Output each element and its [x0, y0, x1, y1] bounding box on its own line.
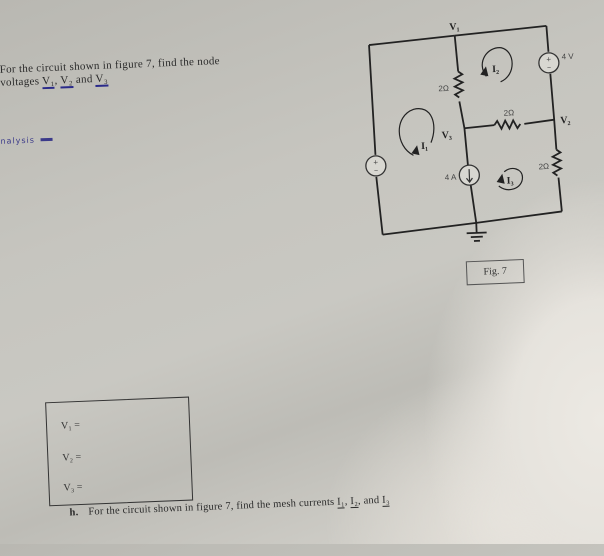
answer-v3: V₃ = — [63, 481, 83, 494]
wire-top-right — [454, 25, 547, 37]
figure-caption: Fig. 7 — [465, 259, 525, 286]
question-h-label: h. — [69, 507, 79, 519]
mesh-arrow-i3-icon — [496, 173, 505, 184]
resistor-right-vertical — [550, 148, 564, 177]
resistor-middle-horizontal — [493, 118, 522, 131]
worksheet-page: For the circuit shown in figure 7, find … — [0, 0, 604, 556]
v1-ref: V₁ — [41, 74, 55, 90]
label-4a: 4 A — [445, 173, 458, 182]
circuit-diagram: + − 12 V + − 4 V 4 A 2Ω 2Ω 2Ω V₁ V₂ V₃ I… — [365, 21, 574, 242]
12v-plus: + — [373, 158, 378, 167]
i3-ref: I₃ — [381, 494, 391, 507]
label-r-middle: 2Ω — [503, 108, 514, 117]
mesh-label-i1: I₁ — [421, 141, 428, 152]
answer-v1: V₁ = — [60, 419, 81, 432]
v3-ref: V₃ — [95, 72, 109, 88]
answer-box[interactable]: V₁ = V₂ = V₃ = — [45, 396, 194, 507]
mesh-label-i3: I₃ — [506, 175, 513, 186]
wire-left — [368, 44, 384, 235]
label-4v: 4 V — [561, 52, 574, 62]
label-r-top: 2Ω — [438, 84, 449, 93]
wire-top-left — [368, 34, 455, 46]
node-v3: V₃ — [441, 130, 452, 141]
wire-right-bottom — [557, 177, 563, 212]
answer-v2: V₂ = — [62, 451, 82, 464]
wire-bottom — [382, 210, 562, 236]
4v-minus: − — [547, 65, 551, 72]
ground-symbol — [466, 222, 487, 242]
node-v1: V₁ — [449, 21, 460, 32]
handwritten-note: analysis — [0, 135, 54, 146]
wire-v3-right — [464, 124, 495, 130]
resistor-top-vertical — [452, 70, 465, 99]
wire-mid-v3 — [458, 101, 469, 166]
mesh-arrow-i2-icon — [480, 66, 489, 77]
4v-plus: + — [546, 55, 551, 64]
wire-right-top — [545, 25, 558, 150]
node-v2: V₂ — [560, 115, 571, 126]
wire-mid-bottom — [469, 184, 478, 224]
mesh-label-i2: I₂ — [492, 64, 499, 75]
12v-minus: − — [374, 168, 378, 175]
wire-mid-top — [453, 35, 460, 72]
question-node-voltages: For the circuit shown in figure 7, find … — [0, 51, 320, 90]
mesh-arrow-i1-icon — [411, 145, 420, 156]
handwritten-scribble — [40, 137, 54, 142]
label-r-right: 2Ω — [538, 162, 549, 171]
v2-ref: V₂ — [60, 73, 74, 89]
wire-to-v2 — [524, 118, 555, 125]
